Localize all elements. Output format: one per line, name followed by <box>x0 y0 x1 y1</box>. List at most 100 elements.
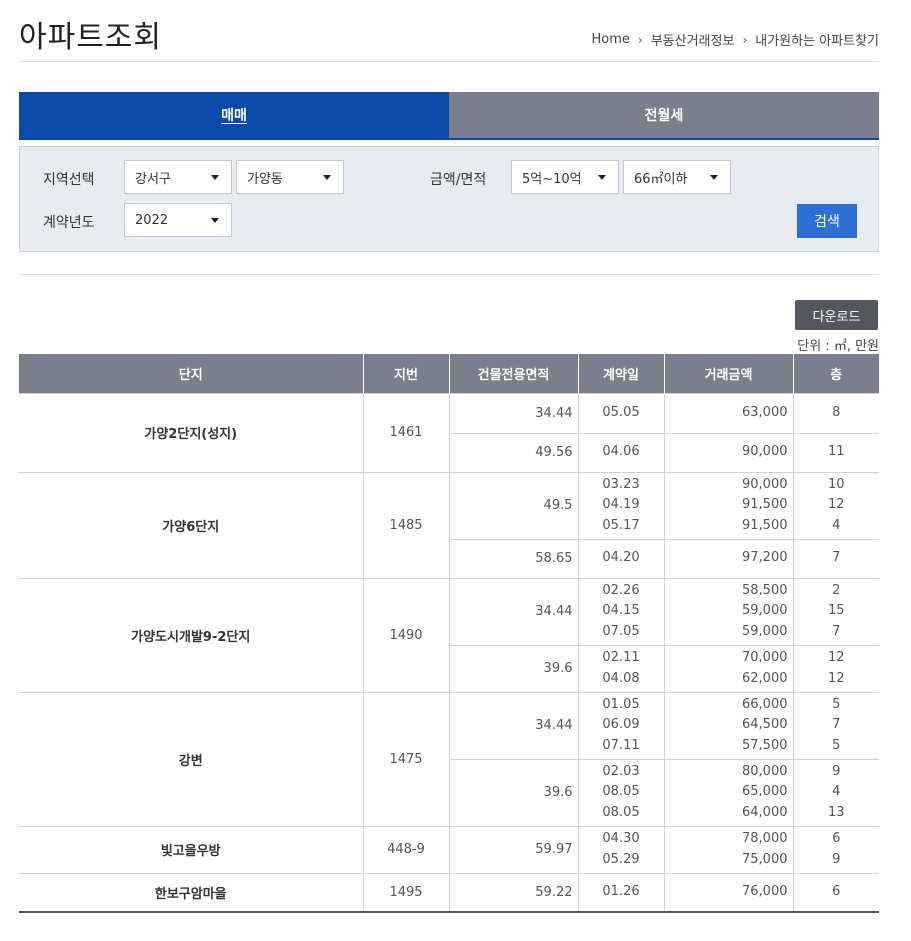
floor-value: 6 <box>832 884 841 899</box>
table-row: 강변 1475 34.44 01.05 06.09 07.11 66,000 64,500 57… <box>19 691 879 827</box>
contract-date-cell: 02.11 04.08 <box>577 644 665 693</box>
complex-name[interactable]: 가양도시개발9-2단지 <box>19 577 364 693</box>
dropdown-caret-icon <box>598 175 606 180</box>
contract-date: 08.05 <box>602 804 640 820</box>
floor-value: 10 <box>827 476 845 492</box>
trade-price: 76,000 <box>742 884 788 899</box>
complex-name[interactable]: 한보구암마을 <box>19 872 364 913</box>
download-button[interactable]: 다운로드 <box>795 300 878 330</box>
complex-name[interactable]: 빛고을우방 <box>19 825 364 874</box>
contract-date: 05.17 <box>602 517 640 533</box>
floor-value-cell: 2 15 7 <box>792 577 879 646</box>
trade-price-cell: 90,000 91,500 91,500 <box>663 471 794 540</box>
region-label: 지역선택 <box>43 172 95 188</box>
contract-date: 07.05 <box>602 623 640 639</box>
col-header-price[interactable]: 거래금액 <box>664 354 794 393</box>
floor-value: 4 <box>832 784 841 800</box>
divider <box>19 274 879 275</box>
col-header-floor[interactable]: 층 <box>793 354 879 393</box>
jibun: 1495 <box>362 872 450 913</box>
contract-date: 04.08 <box>602 670 640 686</box>
floor-value: 9 <box>832 851 841 867</box>
trade-price: 64,000 <box>742 804 788 820</box>
trade-price-cell: 97,200 <box>663 538 794 579</box>
apartment-trade-table: 단지 지번 건물전용면적 계약일 거래금액 층 가양2단지(성지) 1461 34.… <box>19 354 879 913</box>
contract-date: 01.26 <box>602 884 640 899</box>
contract-date-cell: 01.05 06.09 07.11 <box>577 691 665 760</box>
col-header-area[interactable]: 건물전용면적 <box>449 354 579 393</box>
complex-name[interactable]: 강변 <box>19 691 364 827</box>
area-value: 34.44 <box>448 691 579 760</box>
trade-price: 80,000 <box>742 763 788 779</box>
contract-date: 01.05 <box>602 696 640 712</box>
table-row: 가양6단지 1485 49.5 03.23 04.19 05.17 90,000 91,500… <box>19 471 879 579</box>
contract-date-cell: 03.23 04.19 05.17 <box>577 471 665 540</box>
col-header-date[interactable]: 계약일 <box>578 354 665 393</box>
contract-date: 03.23 <box>602 476 640 492</box>
jibun: 1475 <box>362 691 450 827</box>
gu-select[interactable]: 강서구 <box>124 160 232 194</box>
trade-price-cell: 58,500 59,000 59,000 <box>663 577 794 646</box>
table-row: 가양도시개발9-2단지 1490 34.44 02.26 04.15 07.05 58,50… <box>19 577 879 693</box>
table-header-row: 단지 지번 건물전용면적 계약일 거래금액 층 <box>19 354 879 393</box>
trade-price: 58,500 <box>742 582 788 598</box>
contract-date: 06.09 <box>602 717 640 733</box>
trade-price-cell: 70,000 62,000 <box>663 644 794 693</box>
floor-value: 11 <box>827 444 845 460</box>
contract-date: 04.19 <box>602 497 640 513</box>
dropdown-caret-icon <box>211 218 219 223</box>
table-row: 가양2단지(성지) 1461 34.44 05.05 63,000 8 <box>19 392 879 473</box>
contract-date: 04.15 <box>602 603 640 619</box>
floor-value: 4 <box>832 517 841 533</box>
breadcrumb-real-estate[interactable]: 부동산거래정보 <box>651 30 735 49</box>
trade-price: 63,000 <box>742 404 788 420</box>
area-select[interactable]: 66㎡이하 <box>623 160 731 194</box>
trade-price: 90,000 <box>742 444 788 460</box>
contract-date: 02.26 <box>602 582 640 598</box>
complex-name[interactable]: 가양6단지 <box>19 471 364 579</box>
contract-date-cell: 02.03 08.05 08.05 <box>577 758 665 827</box>
jibun: 448-9 <box>362 825 450 874</box>
floor-value-cell: 8 <box>792 392 879 434</box>
area-value: 39.6 <box>449 644 579 693</box>
dropdown-caret-icon <box>710 175 718 180</box>
jibun: 1461 <box>362 392 450 473</box>
complex-name[interactable]: 가양2단지(성지) <box>19 392 364 473</box>
breadcrumb-current[interactable]: 내가원하는 아파트찾기 <box>755 30 879 49</box>
col-header-jibun[interactable]: 지번 <box>363 354 450 393</box>
search-button[interactable]: 검색 <box>797 204 857 238</box>
dong-select[interactable]: 가양동 <box>236 160 344 194</box>
trade-price: 78,000 <box>742 831 788 846</box>
contract-date: 04.20 <box>602 550 640 566</box>
floor-value: 7 <box>832 717 841 733</box>
floor-value-cell: 11 <box>792 432 879 473</box>
breadcrumb-home[interactable]: Home <box>592 32 630 47</box>
tab-rent[interactable]: 전월세 <box>449 92 879 138</box>
table-row: 한보구암마을 1495 59.22 01.26 76,000 6 <box>19 872 879 913</box>
floor-value: 5 <box>832 696 841 712</box>
floor-value: 12 <box>827 670 845 686</box>
dropdown-caret-icon <box>323 175 331 180</box>
contract-date: 05.29 <box>602 851 640 867</box>
area-value: 34.44 <box>448 392 579 434</box>
area-value: 49.56 <box>449 432 579 473</box>
floor-value: 7 <box>832 623 841 639</box>
floor-value: 12 <box>827 497 845 513</box>
trade-type-tabs: 매매 전월세 <box>19 92 879 140</box>
price-select[interactable]: 5억~10억 <box>511 160 619 194</box>
trade-price: 91,500 <box>742 517 788 533</box>
col-header-complex[interactable]: 단지 <box>19 354 364 393</box>
contract-date: 04.30 <box>602 831 640 846</box>
trade-price: 59,000 <box>742 603 788 619</box>
contract-date-cell: 01.26 <box>577 872 665 913</box>
floor-value: 12 <box>827 650 845 665</box>
contract-date-cell: 02.26 04.15 07.05 <box>577 577 665 646</box>
contract-date-cell: 05.05 <box>577 392 665 434</box>
year-select-value: 2022 <box>135 212 169 228</box>
trade-price: 65,000 <box>742 784 788 800</box>
floor-value-cell: 6 <box>792 872 879 913</box>
tab-sale[interactable]: 매매 <box>19 92 449 138</box>
dong-select-value: 가양동 <box>247 171 283 187</box>
year-select[interactable]: 2022 <box>124 203 232 237</box>
floor-value: 6 <box>832 831 841 846</box>
